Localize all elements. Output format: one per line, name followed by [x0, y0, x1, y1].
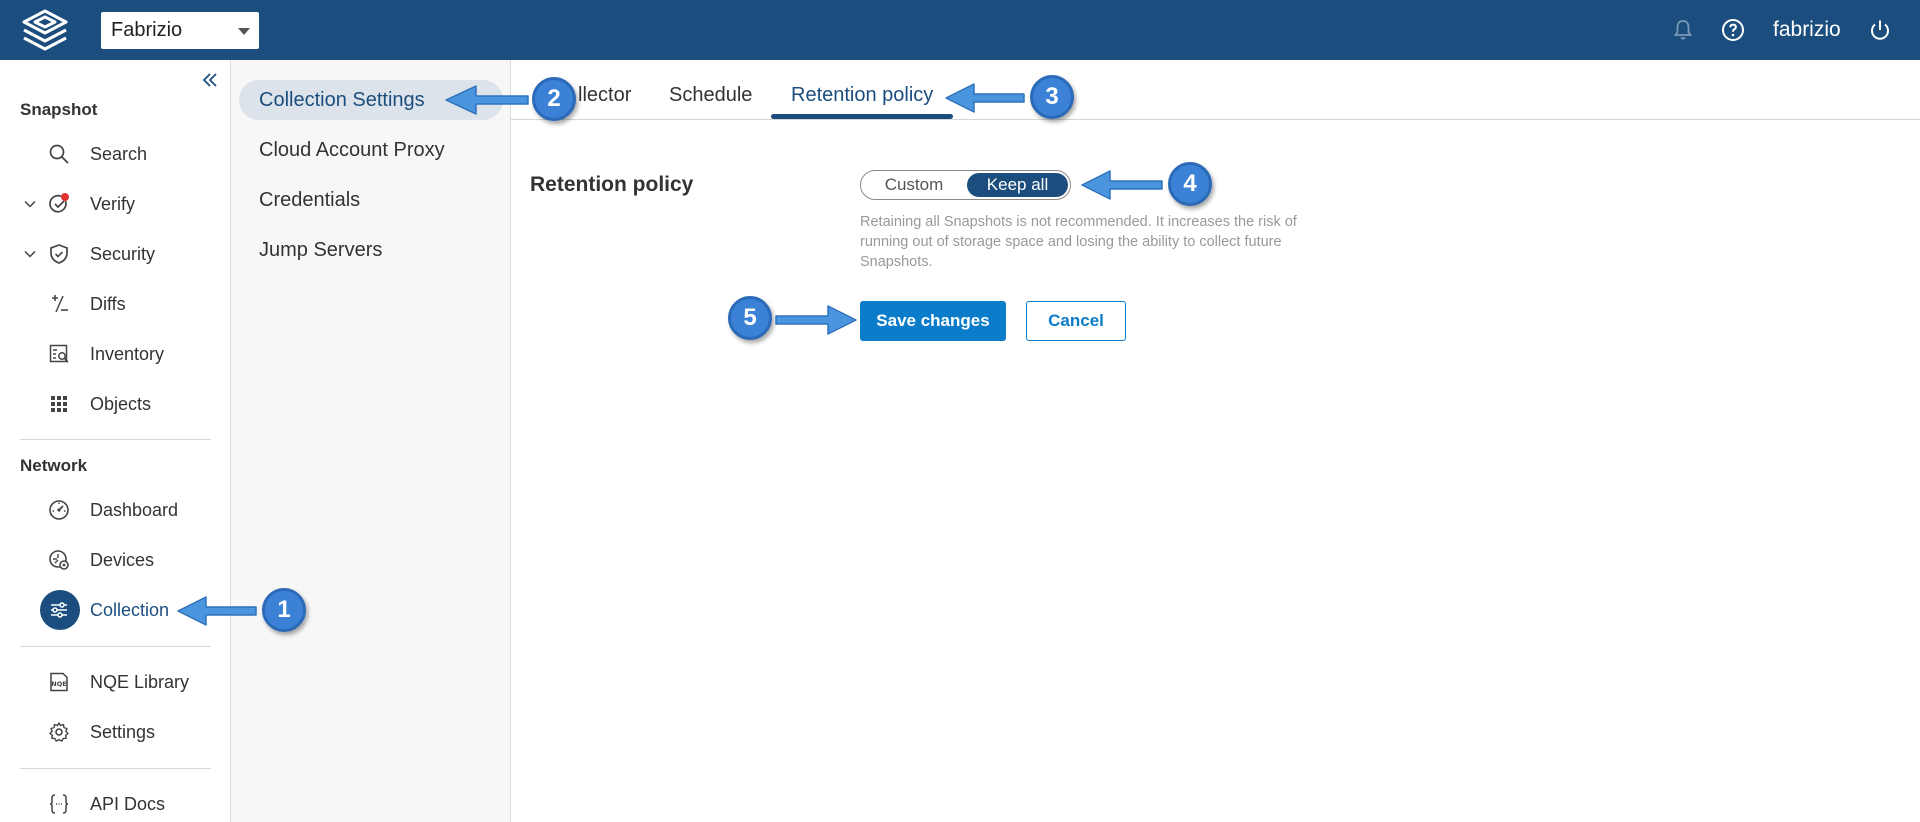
sidebar-item-search[interactable]: Search: [0, 132, 231, 176]
sidebar-item-label: Inventory: [90, 344, 165, 364]
sidebar-item-dashboard[interactable]: Dashboard: [0, 488, 231, 532]
sidebar-item-label: Diffs: [90, 294, 126, 314]
callout-badge-4: 4: [1168, 162, 1212, 206]
help-icon[interactable]: [1721, 18, 1745, 42]
section-title-network: Network: [20, 456, 88, 475]
sidebar-item-label: Devices: [90, 550, 155, 570]
subnav-item-cloud-account-proxy[interactable]: Cloud Account Proxy: [239, 130, 503, 170]
callout-badge-1: 1: [262, 588, 306, 632]
diffs-icon: [52, 295, 68, 313]
braces-icon: [49, 794, 69, 814]
sidebar-item-label: Search: [90, 144, 148, 164]
sidebar-item-api-docs[interactable]: API Docs: [0, 782, 231, 822]
gauge-icon: [49, 500, 69, 520]
tab-retention-policy[interactable]: Retention policy: [791, 84, 933, 107]
sidebar-divider: [20, 439, 211, 440]
collapse-sidebar-icon[interactable]: [200, 70, 220, 90]
tab-schedule[interactable]: Schedule: [669, 84, 752, 107]
grid-icon: [51, 396, 67, 412]
sidebar-item-verify[interactable]: Verify: [0, 182, 231, 226]
settings-subnav: Collection Settings Cloud Account Proxy …: [231, 60, 511, 822]
subnav-item-jump-servers[interactable]: Jump Servers: [239, 230, 503, 270]
save-changes-button[interactable]: Save changes: [860, 301, 1006, 341]
callout-badge-5: 5: [728, 296, 772, 340]
subnav-item-label: Credentials: [259, 189, 361, 211]
devices-icon: [49, 550, 69, 570]
subnav-item-label: Collection Settings: [259, 89, 425, 111]
sidebar-item-objects[interactable]: Objects: [0, 382, 231, 426]
gear-icon: [49, 722, 69, 742]
sliders-icon: [51, 602, 67, 618]
sidebar-item-nqe-library[interactable]: NQE NQE Library: [0, 660, 231, 704]
tab-collector[interactable]: llector: [578, 84, 631, 107]
verify-icon: [49, 193, 69, 213]
chevron-down-icon[interactable]: [23, 197, 37, 211]
workspace-select-value: Fabrizio: [111, 19, 183, 41]
sidebar-divider: [20, 646, 211, 647]
retention-help-text: Retaining all Snapshots is not recommend…: [860, 214, 1297, 270]
tab-bar: llector Schedule Retention policy: [511, 60, 1920, 120]
shield-icon: [50, 244, 68, 264]
option-custom[interactable]: Custom: [864, 171, 964, 199]
sidebar-item-label: API Docs: [90, 794, 166, 814]
sidebar-item-label: Objects: [90, 394, 152, 414]
callout-arrow-4: [1081, 170, 1163, 200]
retention-policy-label: Retention policy: [530, 173, 694, 196]
callout-arrow-1: [177, 596, 257, 626]
option-keep-all[interactable]: Keep all: [967, 173, 1068, 197]
nqe-icon: NQE: [50, 672, 68, 692]
username[interactable]: fabrizio: [1773, 18, 1841, 42]
sidebar-item-label: NQE Library: [90, 672, 190, 692]
sidebar-item-settings[interactable]: Settings: [0, 710, 231, 754]
chevron-down-icon: [238, 28, 250, 35]
sidebar-item-label: Verify: [90, 194, 136, 214]
subnav-item-label: Jump Servers: [259, 239, 383, 261]
callout-arrow-3: [945, 83, 1025, 113]
app-logo-icon[interactable]: [18, 8, 72, 52]
top-bar: Fabrizio fabrizio: [0, 0, 1920, 60]
callout-badge-3: 3: [1030, 75, 1074, 119]
active-tab-indicator: [771, 114, 953, 119]
callout-arrow-2: [445, 85, 529, 115]
sidebar-item-devices[interactable]: Devices: [0, 538, 231, 582]
chevron-down-icon[interactable]: [23, 247, 37, 261]
subnav-item-credentials[interactable]: Credentials: [239, 180, 503, 220]
sidebar-item-label: Settings: [90, 722, 156, 742]
bell-icon[interactable]: [1671, 18, 1695, 42]
sidebar-item-diffs[interactable]: Diffs: [0, 282, 231, 326]
svg-text:NQE: NQE: [51, 680, 66, 688]
workspace-select[interactable]: Fabrizio: [101, 12, 259, 49]
sidebar-item-label: Collection: [90, 600, 170, 620]
cancel-button[interactable]: Cancel: [1026, 301, 1126, 341]
sidebar-divider: [20, 768, 211, 769]
power-icon[interactable]: [1868, 18, 1892, 42]
search-icon: [49, 144, 69, 164]
subnav-item-label: Cloud Account Proxy: [259, 139, 445, 161]
section-title-snapshot: Snapshot: [20, 100, 98, 119]
inventory-icon: [49, 344, 69, 363]
sidebar-item-security[interactable]: Security: [0, 232, 231, 276]
retention-policy-toggle[interactable]: Custom Keep all: [860, 170, 1071, 200]
sidebar-item-label: Dashboard: [90, 500, 179, 520]
sidebar-item-label: Security: [90, 244, 156, 264]
main-sidebar: Snapshot Search Verify Security Diffs In…: [0, 60, 231, 822]
callout-arrow-5: [775, 305, 857, 335]
sidebar-item-inventory[interactable]: Inventory: [0, 332, 231, 376]
callout-badge-2: 2: [532, 77, 576, 121]
